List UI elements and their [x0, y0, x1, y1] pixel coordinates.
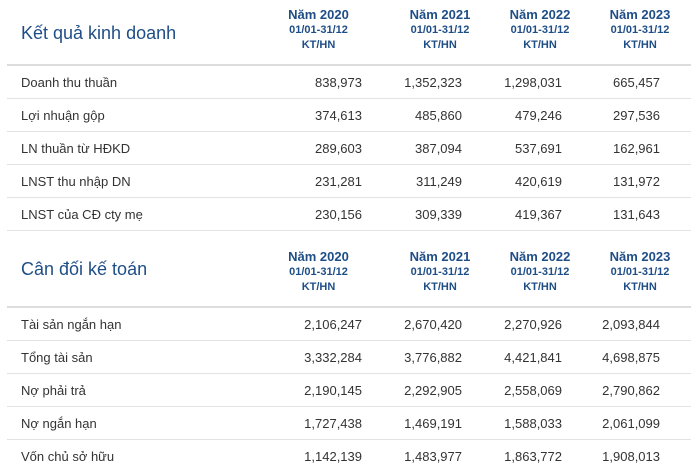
row-value: 2,061,099 [602, 415, 660, 431]
header-col-2020: Năm 2020 01/01-31/12 KT/HN [247, 6, 390, 64]
header-unit: KT/HN [423, 281, 457, 293]
row-value: 838,973 [315, 74, 362, 90]
header-period: 01/01-31/12 [510, 24, 570, 36]
row-value: 1,908,013 [602, 448, 660, 464]
header-unit: KT/HN [301, 39, 336, 51]
row-value: 230,156 [315, 206, 362, 222]
balance-sheet-header: Cân đối kế toán Năm 2020 01/01-31/12 KT/… [7, 248, 691, 306]
header-year: Năm 2020 [288, 7, 349, 22]
row-value: 420,619 [515, 173, 562, 189]
business-results-section: Kết quả kinh doanh Năm 2020 01/01-31/12 … [7, 0, 691, 231]
header-unit: KT/HN [423, 39, 457, 51]
header-col-2022: Năm 2022 01/01-31/12 KT/HN [490, 6, 590, 64]
header-unit: KT/HN [301, 281, 336, 293]
row-value: 1,298,031 [504, 74, 562, 90]
row-value: 2,292,905 [404, 382, 462, 398]
row-label: LNST của CĐ cty mẹ [21, 206, 143, 222]
header-period: 01/01-31/12 [410, 24, 470, 36]
table-row: LN thuần từ HĐKD 289,603 387,094 537,691… [7, 131, 691, 164]
row-value: 537,691 [515, 140, 562, 156]
row-label: LNST thu nhập DN [21, 173, 131, 189]
balance-sheet-section: Cân đối kế toán Năm 2020 01/01-31/12 KT/… [7, 231, 691, 472]
row-value: 131,972 [613, 173, 660, 189]
header-year: Năm 2023 [609, 249, 671, 264]
row-value: 1,469,191 [404, 415, 462, 431]
row-label: Vốn chủ sở hữu [21, 448, 115, 464]
row-label: Tài sản ngắn hạn [21, 316, 122, 332]
row-value: 2,558,069 [504, 382, 562, 398]
row-value: 2,093,844 [602, 316, 660, 332]
row-value: 4,698,875 [602, 349, 660, 365]
row-label: Nợ ngắn hạn [21, 415, 97, 431]
table-row: LNST thu nhập DN 231,281 311,249 420,619… [7, 164, 691, 197]
table-row: Doanh thu thuần 838,973 1,352,323 1,298,… [7, 66, 691, 98]
header-col-2021: Năm 2021 01/01-31/12 KT/HN [390, 248, 490, 306]
row-value: 2,270,926 [504, 316, 562, 332]
header-year: Năm 2020 [288, 249, 349, 264]
row-value: 374,613 [315, 107, 362, 123]
table-row: Tài sản ngắn hạn 2,106,247 2,670,420 2,2… [7, 308, 691, 340]
header-year: Năm 2023 [609, 7, 671, 22]
header-period: 01/01-31/12 [610, 24, 670, 36]
row-value: 387,094 [415, 140, 462, 156]
table-row: LNST của CĐ cty mẹ 230,156 309,339 419,3… [7, 197, 691, 231]
header-year: Năm 2021 [409, 7, 471, 22]
header-year: Năm 2022 [509, 249, 571, 264]
row-label: Tổng tài sản [21, 349, 93, 365]
header-period: 01/01-31/12 [610, 266, 670, 278]
header-col-2020: Năm 2020 01/01-31/12 KT/HN [247, 248, 390, 306]
business-results-header: Kết quả kinh doanh Năm 2020 01/01-31/12 … [7, 6, 691, 64]
row-label: Doanh thu thuần [21, 74, 118, 90]
row-value: 309,339 [415, 206, 462, 222]
row-value: 231,281 [315, 173, 362, 189]
header-period: 01/01-31/12 [289, 266, 348, 278]
row-value: 1,863,772 [504, 448, 562, 464]
row-value: 419,367 [515, 206, 562, 222]
header-period: 01/01-31/12 [410, 266, 470, 278]
header-col-2023: Năm 2023 01/01-31/12 KT/HN [590, 248, 690, 306]
table-row: Vốn chủ sở hữu 1,142,139 1,483,977 1,863… [7, 439, 691, 472]
row-value: 3,776,882 [404, 349, 462, 365]
row-label: LN thuần từ HĐKD [21, 140, 131, 156]
row-value: 1,483,977 [404, 448, 462, 464]
row-value: 311,249 [415, 173, 462, 189]
row-value: 1,142,139 [304, 448, 362, 464]
row-value: 665,457 [613, 74, 660, 90]
header-unit: KT/HN [623, 281, 657, 293]
row-value: 2,190,145 [304, 382, 362, 398]
row-value: 297,536 [613, 107, 660, 123]
row-value: 2,670,420 [404, 316, 462, 332]
row-value: 1,352,323 [404, 74, 462, 90]
row-value: 2,790,862 [602, 382, 660, 398]
table-row: Nợ ngắn hạn 1,727,438 1,469,191 1,588,03… [7, 406, 691, 439]
header-unit: KT/HN [523, 39, 557, 51]
row-label: Nợ phải trả [21, 382, 86, 398]
header-period: 01/01-31/12 [510, 266, 570, 278]
header-col-2021: Năm 2021 01/01-31/12 KT/HN [390, 6, 490, 64]
table-row: Lợi nhuận gộp 374,613 485,860 479,246 29… [7, 98, 691, 131]
row-value: 485,860 [415, 107, 462, 123]
header-col-2022: Năm 2022 01/01-31/12 KT/HN [490, 248, 590, 306]
header-unit: KT/HN [623, 39, 657, 51]
table-row: Nợ phải trả 2,190,145 2,292,905 2,558,06… [7, 373, 691, 406]
row-value: 4,421,841 [504, 349, 562, 365]
table-row: Tổng tài sản 3,332,284 3,776,882 4,421,8… [7, 340, 691, 373]
row-value: 3,332,284 [304, 349, 362, 365]
row-value: 289,603 [315, 140, 362, 156]
row-value: 2,106,247 [304, 316, 362, 332]
header-unit: KT/HN [523, 281, 557, 293]
balance-sheet-title: Cân đối kế toán [21, 259, 148, 279]
row-value: 162,961 [613, 140, 660, 156]
header-col-2023: Năm 2023 01/01-31/12 KT/HN [590, 6, 690, 64]
row-value: 1,727,438 [304, 415, 362, 431]
header-year: Năm 2021 [409, 249, 471, 264]
header-year: Năm 2022 [509, 7, 571, 22]
row-value: 1,588,033 [504, 415, 562, 431]
row-value: 131,643 [613, 206, 660, 222]
header-period: 01/01-31/12 [289, 24, 348, 36]
row-label: Lợi nhuận gộp [21, 107, 105, 123]
business-results-title: Kết quả kinh doanh [21, 23, 177, 43]
row-value: 479,246 [515, 107, 562, 123]
